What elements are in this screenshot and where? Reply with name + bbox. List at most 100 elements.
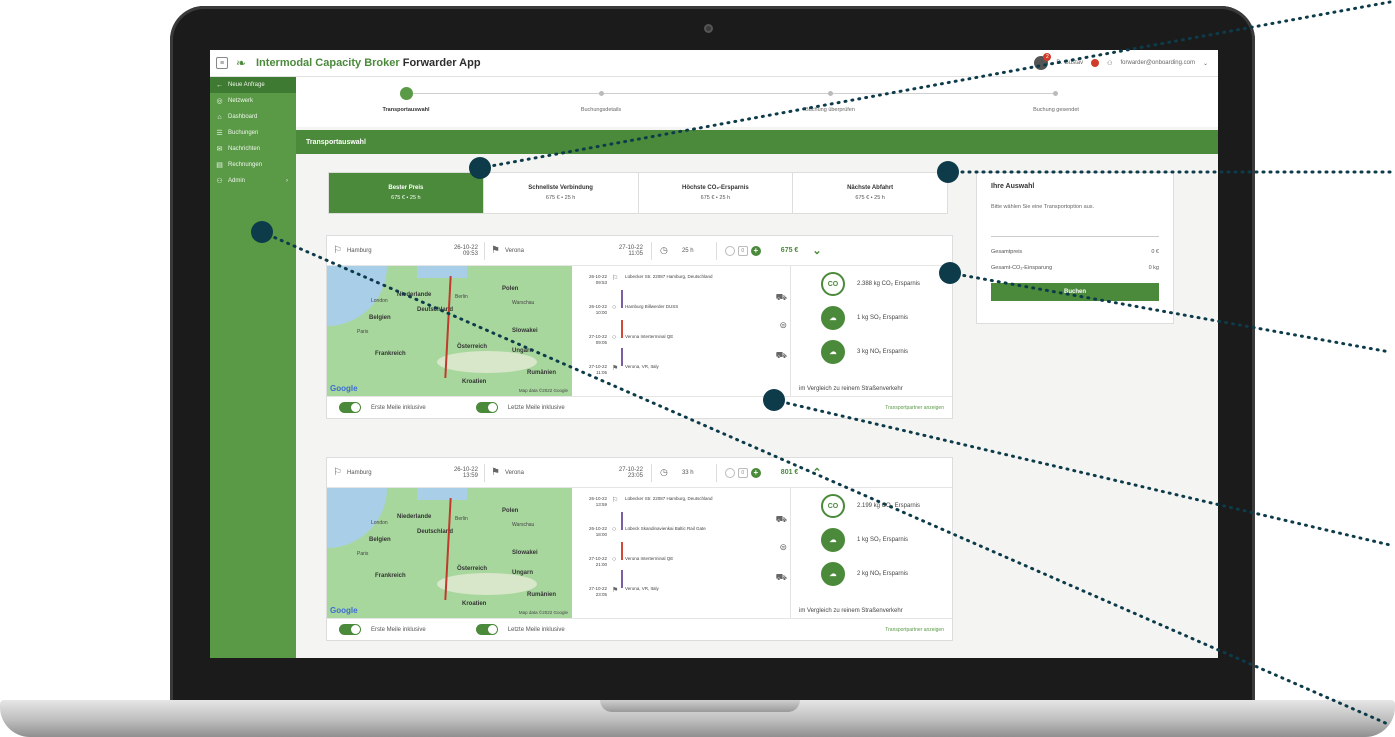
- chevron-up-icon[interactable]: ⌃: [812, 466, 821, 479]
- step-label: Buchungsdetails: [580, 107, 622, 113]
- transport-option-card[interactable]: ⚐ Hamburg 26-10-22 09:53 ⚑ Verona 27-10-…: [326, 235, 953, 419]
- transport-option-card[interactable]: ⚐ Hamburg 26-10-22 13:59 ⚑ Verona 27-10-…: [326, 457, 953, 641]
- tab-best-price[interactable]: Bester Preis 675 € • 25 h: [329, 173, 484, 213]
- laptop-mockup: ≡ ❧ Intermodal Capacity Broker Forwarder…: [0, 0, 1395, 737]
- route-map[interactable]: Niederlande Berlin Deutschland Polen Lon…: [327, 488, 572, 618]
- show-partners-link[interactable]: Transportpartner anzeigen: [885, 405, 944, 411]
- route-timeline: 26-10-22 13:59 ⚐ Lübecker Str. 22087 Hambu…: [587, 496, 787, 614]
- timeline-stop: 26-10-22 09:53 ⚐ Lübecker Str. 22087 Hambu…: [588, 274, 713, 285]
- terminal-icon: ○: [612, 304, 617, 311]
- step-label[interactable]: Transportauswahl: [346, 107, 466, 113]
- total-price: 0 €: [1151, 249, 1159, 255]
- truck-icon: ⛟: [775, 514, 787, 524]
- timeline-stop: 26-10-22 13:59 ⚐ Lübecker Str. 22087 Hambu…: [588, 496, 713, 507]
- cloud-icon: ☁: [821, 306, 845, 330]
- step-dot: [1053, 91, 1058, 96]
- app-title: Intermodal Capacity Broker Forwarder App: [256, 57, 481, 69]
- truck-icon: ⛟: [775, 350, 787, 360]
- clock-icon: ◷: [659, 467, 668, 477]
- plus-icon[interactable]: +: [750, 467, 761, 478]
- language-flag-icon[interactable]: [1091, 59, 1100, 67]
- sidebar: ← Neue Anfrage ◎ Netzwerk ⌂ Dashboard ☰ Buch…: [210, 77, 296, 658]
- sidebar-item-dashboard[interactable]: ⌂ Dashboard: [210, 109, 296, 125]
- emissions-panel: CO 2.199 kg CO₂ Ersparnis ☁ 1 kg SO₂ Erspa…: [790, 488, 954, 618]
- truck-icon: ⛟: [775, 572, 787, 582]
- terminal-icon: ○: [612, 334, 617, 341]
- co2-icon: CO: [821, 272, 845, 296]
- price: 675 €: [780, 247, 799, 254]
- list-icon: ☰: [216, 130, 223, 137]
- user-name[interactable]: D. Gustav: [1056, 60, 1083, 66]
- minus-icon[interactable]: [724, 245, 735, 256]
- tab-fastest[interactable]: Schnellste Verbindung 675 € • 25 h: [484, 173, 639, 213]
- cloud-icon: ☁: [821, 340, 845, 364]
- price: 801 €: [780, 469, 799, 476]
- step-dot: [828, 91, 833, 96]
- train-icon: ⊜: [779, 542, 787, 552]
- terminal-icon: ○: [612, 526, 617, 533]
- map-attribution: Map data ©2022 Google: [518, 388, 568, 393]
- logo-icon: ❧: [236, 56, 247, 70]
- stepper-line: [406, 93, 1056, 94]
- first-mile-toggle[interactable]: [339, 402, 361, 413]
- flag-outline-icon: ⚐: [333, 467, 342, 478]
- route-map[interactable]: Niederlande Berlin Deutschland Polen Lon…: [327, 266, 572, 396]
- emissions-panel: CO 2.388 kg CO₂ Ersparnis ☁ 1 kg SO₂ Erspa…: [790, 266, 954, 396]
- flag-checkered-icon: ⚑: [612, 587, 619, 594]
- sidebar-item-admin[interactable]: ⚇ Admin ›: [210, 173, 296, 189]
- timeline-stop: 27-10-22 09:05 ○ Verona Interterminal QE: [588, 334, 674, 345]
- timeline-stop: 27-10-22 11:05 ⚑ Verona, VR, Italy: [588, 364, 659, 375]
- step-dot: [599, 91, 604, 96]
- globe-icon: ◎: [216, 98, 223, 105]
- quantity-stepper[interactable]: 0: [737, 467, 748, 478]
- book-button[interactable]: Buchen: [991, 283, 1159, 301]
- sidebar-item-network[interactable]: ◎ Netzwerk: [210, 93, 296, 109]
- flag-outline-icon: ⚐: [333, 245, 342, 256]
- booking-stepper: Transportauswahl Buchungsdetails Buchung…: [296, 77, 1218, 127]
- last-mile-toggle[interactable]: [475, 624, 498, 635]
- sidebar-item-bookings[interactable]: ☰ Buchungen: [210, 125, 296, 141]
- sidebar-item-invoices[interactable]: ▤ Rechnungen: [210, 157, 296, 173]
- home-icon: ⌂: [217, 113, 222, 121]
- emissions-note: im Vergleich zu reinem Straßenverkehr: [799, 608, 903, 614]
- last-mile-toggle[interactable]: [475, 402, 498, 413]
- google-logo: Google: [330, 606, 358, 615]
- cloud-icon: ☁: [821, 562, 845, 586]
- flag-checkered-icon: ⚑: [490, 245, 500, 256]
- sidebar-item-new-request[interactable]: ← Neue Anfrage: [210, 77, 296, 93]
- tab-next-departure[interactable]: Nächste Abfahrt 675 € • 25 h: [793, 173, 947, 213]
- clock-icon: ◷: [659, 245, 668, 255]
- minus-icon[interactable]: [724, 467, 735, 478]
- chevron-down-icon[interactable]: ⌄: [1203, 60, 1208, 67]
- step-label: Buchung überprüfen: [805, 107, 855, 113]
- laptop-notch: [600, 700, 800, 712]
- timeline-stop: 27-10-22 23:05 ⚑ Verona, VR, Italy: [588, 586, 659, 597]
- timeline-stop: 26-10-22 10:00 ○ Hamburg Billwerder DUSS: [588, 304, 679, 315]
- user-icon: ⚇: [1107, 60, 1113, 67]
- sidebar-item-messages[interactable]: ✉ Nachrichten: [210, 141, 296, 157]
- tab-co2[interactable]: Höchste CO₂-Ersparnis 675 € • 25 h: [639, 173, 794, 213]
- total-co2: 0 kg: [1148, 265, 1159, 271]
- selection-title: Ihre Auswahl: [991, 183, 1035, 190]
- notification-icon[interactable]: 2: [1034, 53, 1052, 70]
- sort-tabs: Bester Preis 675 € • 25 h Schnellste Verb…: [328, 172, 948, 214]
- app-screen: ≡ ❧ Intermodal Capacity Broker Forwarder…: [210, 50, 1218, 658]
- laptop-camera: [704, 24, 713, 33]
- timeline-stop: 26-10-22 18:00 ○ Lübeck Skandinavienkai Ba…: [588, 526, 706, 537]
- flag-checkered-icon: ⚑: [612, 365, 619, 372]
- menu-toggle-icon[interactable]: ≡: [216, 57, 228, 69]
- emissions-note: im Vergleich zu reinem Straßenverkehr: [799, 386, 903, 392]
- section-header: Transportauswahl: [296, 130, 1218, 154]
- first-mile-toggle[interactable]: [339, 624, 361, 635]
- invoice-icon: ▤: [216, 162, 223, 169]
- plus-icon[interactable]: +: [750, 245, 761, 256]
- selection-hint: Bitte wählen Sie eine Transportoption au…: [991, 204, 1095, 210]
- people-icon: ⚇: [216, 178, 223, 185]
- selection-summary: Ihre Auswahl Bitte wählen Sie eine Trans…: [976, 172, 1174, 324]
- user-email[interactable]: forwarder@onboarding.com: [1121, 60, 1195, 66]
- quantity-stepper[interactable]: 0: [737, 245, 748, 256]
- flag-checkered-icon: ⚑: [490, 467, 500, 478]
- show-partners-link[interactable]: Transportpartner anzeigen: [885, 627, 944, 633]
- chevron-down-icon[interactable]: ⌄: [812, 244, 821, 257]
- app-topbar: ≡ ❧ Intermodal Capacity Broker Forwarder…: [210, 50, 1218, 77]
